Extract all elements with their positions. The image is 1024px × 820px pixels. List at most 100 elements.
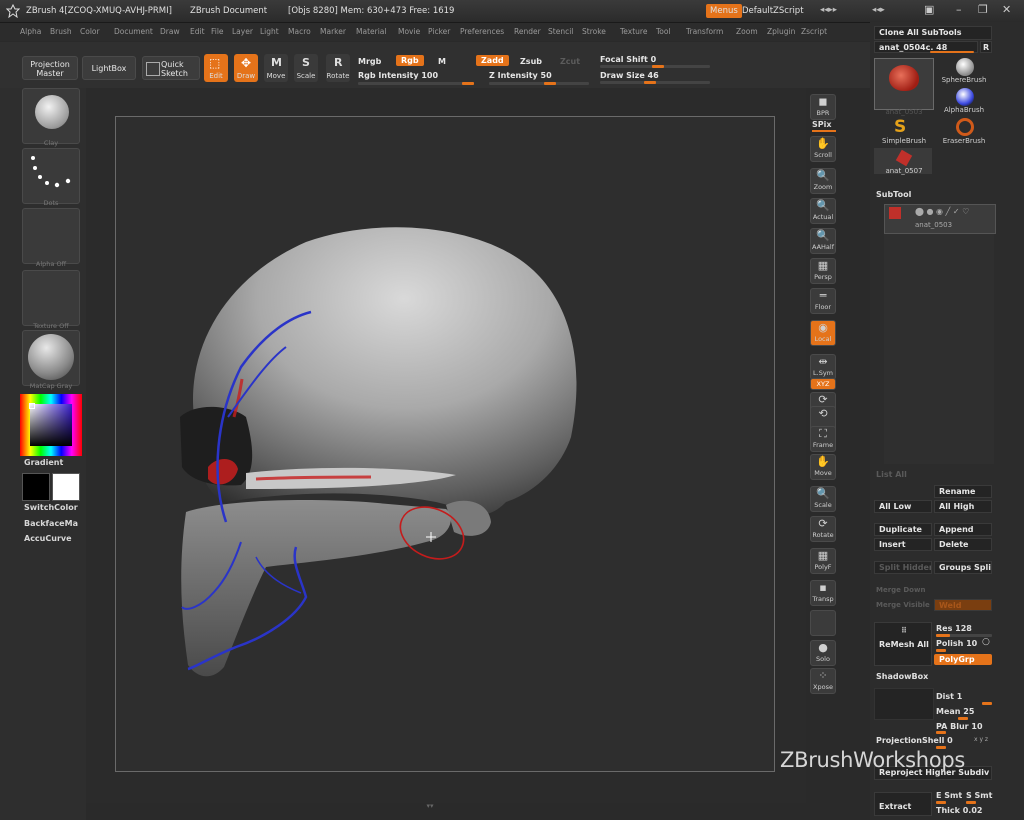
- skull-model[interactable]: [116, 117, 776, 773]
- l-sym-button[interactable]: ⇹ L.Sym: [810, 354, 836, 380]
- remesh-all-button[interactable]: ⠿ ReMesh All: [874, 622, 932, 666]
- menu-light[interactable]: Light: [260, 27, 279, 36]
- floor-button[interactable]: ═ Floor: [810, 288, 836, 314]
- menu-texture[interactable]: Texture: [620, 27, 647, 36]
- scale-button[interactable]: 🔍 Scale: [810, 486, 836, 512]
- xyz-button[interactable]: XYZ: [810, 378, 836, 390]
- simple-brush-icon[interactable]: S: [894, 118, 912, 136]
- rename-button[interactable]: Rename: [934, 485, 992, 498]
- mean-slider-fill[interactable]: [958, 717, 968, 720]
- pa-blur-slider-fill[interactable]: [936, 731, 946, 734]
- frame-button[interactable]: ⛶ Frame: [810, 426, 836, 452]
- subtool-slot-icons[interactable]: ⬤ ● ◉ ╱ ✓ ♡: [915, 207, 985, 217]
- append-button[interactable]: Append: [934, 523, 992, 536]
- insert-button[interactable]: Insert: [874, 538, 932, 551]
- clone-all-subtools-button[interactable]: Clone All SubTools: [874, 26, 992, 40]
- rgb-intensity-handle[interactable]: [462, 82, 474, 85]
- close-icon[interactable]: ✕: [1002, 3, 1011, 16]
- secondary-color-swatch[interactable]: [22, 473, 50, 501]
- menu-zscript[interactable]: Zscript: [801, 27, 827, 36]
- z-intensity-handle[interactable]: [544, 82, 556, 85]
- extract-button[interactable]: Extract: [874, 792, 932, 816]
- menu-picker[interactable]: Picker: [428, 27, 450, 36]
- edit-button[interactable]: ⬚ Edit: [204, 54, 228, 82]
- dist-slider-fill[interactable]: [982, 702, 992, 705]
- spix-label[interactable]: SPix: [812, 120, 832, 129]
- menu-zplugin[interactable]: Zplugin: [767, 27, 795, 36]
- menu-alpha[interactable]: Alpha: [20, 27, 41, 36]
- zcut-toggle[interactable]: Zcut: [560, 57, 580, 66]
- quick-sketch-button[interactable]: Quick Sketch: [142, 56, 200, 80]
- mrgb-toggle[interactable]: Mrgb: [358, 57, 381, 66]
- polygrp-toggle[interactable]: PolyGrp: [934, 654, 992, 665]
- aahalf-button[interactable]: 🔍 AAHalf: [810, 228, 836, 254]
- merge-down-button[interactable]: Merge Down: [876, 586, 925, 594]
- shadowbox-button[interactable]: ShadowBox: [876, 672, 928, 681]
- material-thumbnail[interactable]: [22, 330, 80, 386]
- lightbox-button[interactable]: LightBox: [82, 56, 136, 80]
- r-button[interactable]: R: [980, 41, 992, 53]
- duplicate-button[interactable]: Duplicate: [874, 523, 932, 536]
- all-low-button[interactable]: All Low: [874, 500, 932, 513]
- menu-tool[interactable]: Tool: [656, 27, 671, 36]
- menu-document[interactable]: Document: [114, 27, 153, 36]
- zscript-label[interactable]: DefaultZScript: [742, 6, 804, 16]
- focal-shift-handle[interactable]: [652, 65, 664, 68]
- move-button[interactable]: ✋ Move: [810, 454, 836, 480]
- alpha-thumbnail[interactable]: [22, 208, 80, 264]
- subtool-active-slot[interactable]: ⬤ ● ◉ ╱ ✓ ♡ anat_0503: [884, 204, 996, 234]
- menu-render[interactable]: Render: [514, 27, 541, 36]
- brush-thumbnail[interactable]: [22, 88, 80, 144]
- tool-name-slider[interactable]: [930, 51, 974, 53]
- canvas-scroll-handle[interactable]: ▾▾: [400, 803, 460, 810]
- lock-icon[interactable]: ▣: [924, 3, 934, 16]
- active-tool-thumb[interactable]: [874, 58, 934, 110]
- solo-button[interactable]: ● Solo: [810, 640, 836, 666]
- menu-draw[interactable]: Draw: [160, 27, 180, 36]
- s-smt-fill[interactable]: [966, 801, 976, 804]
- sv-square[interactable]: [30, 404, 72, 446]
- alpha-brush-icon[interactable]: [956, 88, 974, 106]
- m-toggle[interactable]: M: [438, 57, 446, 66]
- scale-button[interactable]: S Scale: [294, 54, 318, 82]
- zadd-toggle[interactable]: Zadd: [476, 55, 509, 66]
- xyz-mini-toggles[interactable]: x y z: [974, 736, 988, 743]
- eraser-brush-icon[interactable]: [956, 118, 974, 136]
- projection-master-button[interactable]: Projection Master: [22, 56, 78, 80]
- weld-button[interactable]: Weld: [934, 599, 992, 611]
- transp-button[interactable]: ▪ Transp: [810, 580, 836, 606]
- e-smt-fill[interactable]: [936, 801, 946, 804]
- rotate-button[interactable]: R Rotate: [326, 54, 350, 82]
- menu-macro[interactable]: Macro: [288, 27, 311, 36]
- menu-edit[interactable]: Edit: [190, 27, 205, 36]
- list-all-button[interactable]: List All: [876, 470, 907, 479]
- merge-visible-button[interactable]: Merge Visible: [876, 601, 930, 609]
- all-high-button[interactable]: All High: [934, 500, 992, 513]
- subtool-header[interactable]: SubTool: [876, 190, 911, 199]
- delete-button[interactable]: Delete: [934, 538, 992, 551]
- menu-stencil[interactable]: Stencil: [548, 27, 573, 36]
- scroll-arrows-icon[interactable]: ◂◂▸▸: [820, 5, 837, 15]
- move-button[interactable]: M Move: [264, 54, 288, 82]
- rotate-button[interactable]: ⟳ Rotate: [810, 516, 836, 542]
- menu-stroke[interactable]: Stroke: [582, 27, 606, 36]
- polish-slider-fill[interactable]: [936, 649, 946, 652]
- spix-slider[interactable]: [812, 130, 836, 132]
- main-color-swatch[interactable]: [52, 473, 80, 501]
- skull-jaw[interactable]: [181, 500, 451, 677]
- draw-button[interactable]: ✥ Draw: [234, 54, 258, 82]
- groups-split-button[interactable]: Groups Split: [934, 561, 992, 574]
- res-slider-fill[interactable]: [936, 634, 950, 637]
- project-all-button[interactable]: [874, 688, 934, 720]
- switch-color-button[interactable]: SwitchColor: [24, 503, 78, 512]
- menu-file[interactable]: File: [211, 27, 224, 36]
- draw-size-handle[interactable]: [644, 81, 656, 84]
- document-canvas[interactable]: [115, 116, 775, 772]
- z-intensity-slider[interactable]: [489, 82, 589, 85]
- menu-layer[interactable]: Layer: [232, 27, 253, 36]
- zsub-toggle[interactable]: Zsub: [520, 57, 542, 66]
- zoom-button[interactable]: 🔍 Zoom: [810, 168, 836, 194]
- backface-mask-button[interactable]: BackfaceMa: [24, 519, 78, 528]
- menu-marker[interactable]: Marker: [320, 27, 346, 36]
- rgb-intensity-slider[interactable]: [358, 82, 474, 85]
